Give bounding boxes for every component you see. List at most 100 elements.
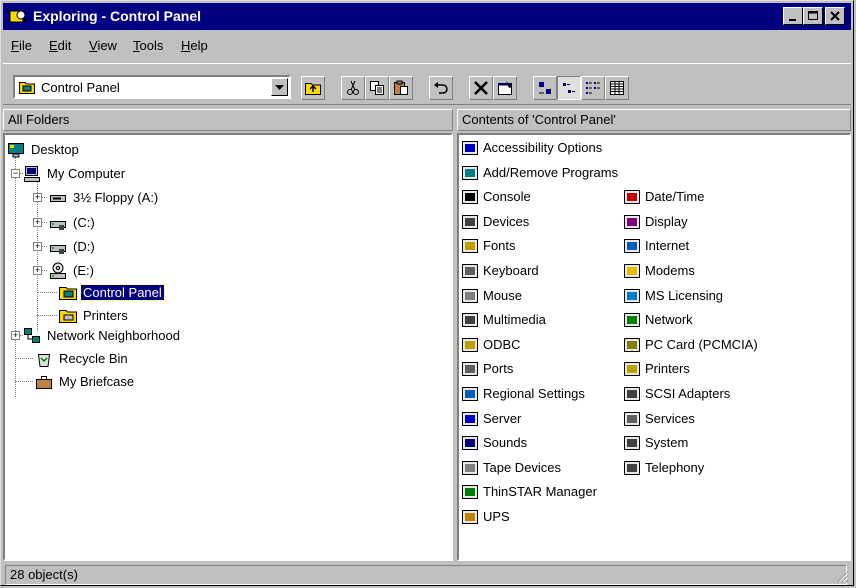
address-combo[interactable]: Control Panel: [13, 75, 291, 99]
ports-icon: [462, 362, 478, 377]
large-icons-view-icon: [539, 82, 551, 94]
minimize-icon: [789, 19, 796, 21]
display-icon: [624, 214, 640, 229]
sounds-icon: [462, 436, 478, 451]
control-panel-item-label: Internet: [645, 238, 690, 254]
explorer-window: Exploring - Control Panel File Edit View…: [0, 0, 854, 586]
toolbar: Control Panel: [3, 63, 851, 105]
folder-tree-pane[interactable]: − + + + + + Desktop My Computer 3½ Flopp…: [3, 133, 453, 561]
ms-licensing-icon: [624, 288, 640, 303]
control-panel-item-label: Console: [483, 189, 531, 205]
control-panel-item-label: Accessibility Options: [483, 140, 603, 155]
menu-help[interactable]: Help: [181, 38, 208, 53]
hard-drive-icon: [50, 221, 66, 230]
control-panel-item-label: UPS: [483, 509, 510, 524]
printers-folder-icon: [59, 310, 77, 323]
contents-header: Contents of 'Control Panel': [457, 109, 851, 131]
tree-line: [37, 315, 57, 316]
control-panel-item-label: Devices: [483, 213, 530, 229]
hard-drive-icon: [50, 245, 66, 254]
expand-network-toggle[interactable]: +: [11, 331, 20, 340]
control-panel-item-label: PC Card (PCMCIA): [645, 336, 758, 352]
delete-x-icon: [474, 81, 488, 95]
control-panel-item-label: Sounds: [483, 435, 528, 451]
console-icon: [462, 190, 478, 205]
contents-pane[interactable]: Accessibility Options Add/Remove Programs…: [457, 133, 851, 561]
paste-icon: [394, 80, 408, 95]
multimedia-icon: [462, 313, 478, 328]
copy-button[interactable]: [365, 76, 389, 100]
control-panel-item-label: Modems: [645, 263, 695, 278]
network-icon: [624, 313, 640, 328]
expand-floppy-toggle[interactable]: +: [33, 193, 42, 202]
status-text: 28 object(s): [5, 565, 847, 585]
view-small-icons-button[interactable]: [557, 76, 581, 100]
tree-line: [37, 181, 38, 331]
control-panel-folder-icon: [19, 82, 35, 94]
status-bar: 28 object(s): [3, 565, 851, 585]
desktop-icon: [8, 143, 24, 158]
up-folder-icon: [305, 83, 321, 95]
control-panel-item-label: Telephony: [645, 459, 705, 475]
control-panel-item-label: ThinSTAR Manager: [483, 484, 597, 500]
properties-button[interactable]: [493, 76, 517, 100]
view-list-button[interactable]: [581, 76, 605, 100]
cdrom-drive-icon: [50, 262, 66, 279]
cut-button[interactable]: [341, 76, 365, 100]
copy-icon: [370, 81, 384, 95]
network-icon: [24, 328, 40, 343]
telephony-icon: [624, 460, 640, 475]
tape-devices-icon: [462, 460, 478, 475]
briefcase-icon: [36, 376, 52, 389]
window-title: Exploring - Control Panel: [33, 8, 202, 24]
view-large-icons-button[interactable]: [533, 76, 557, 100]
title-bar[interactable]: Exploring - Control Panel: [3, 3, 851, 30]
menu-view[interactable]: View: [89, 38, 117, 53]
modems-icon: [624, 264, 640, 278]
menu-file[interactable]: File: [11, 38, 32, 53]
resize-grip-icon[interactable]: [835, 569, 849, 583]
ups-icon: [462, 510, 478, 524]
all-folders-header: All Folders: [3, 109, 453, 131]
control-panel-item-label: Network: [645, 312, 693, 328]
paste-button[interactable]: [389, 76, 413, 100]
control-panel-item-label: MS Licensing: [645, 287, 724, 303]
control-panel-folder-icon: [59, 287, 77, 300]
devices-icon: [462, 214, 478, 229]
expand-e-drive-toggle[interactable]: +: [33, 266, 42, 275]
maximize-button[interactable]: [803, 7, 823, 25]
undo-button[interactable]: [429, 76, 453, 100]
collapse-my-computer-toggle[interactable]: −: [11, 169, 20, 178]
date-time-icon: [624, 190, 640, 205]
tree-line: [15, 358, 33, 359]
control-panel-item-label: Services: [645, 410, 695, 426]
delete-button[interactable]: [469, 76, 493, 100]
up-one-level-button[interactable]: [301, 76, 325, 100]
explorer-icon: [9, 10, 27, 23]
expand-c-drive-toggle[interactable]: +: [33, 218, 42, 227]
internet-icon: [624, 239, 640, 254]
address-dropdown-button[interactable]: [271, 78, 288, 96]
chevron-down-icon: [275, 85, 284, 90]
computer-icon: [24, 166, 40, 182]
keyboard-icon: [462, 264, 478, 278]
add-remove-programs-icon: [462, 165, 478, 180]
services-icon: [624, 411, 640, 426]
expand-d-drive-toggle[interactable]: +: [33, 242, 42, 251]
server-icon: [462, 411, 478, 426]
properties-icon: [498, 81, 512, 95]
regional-settings-icon: [462, 387, 478, 401]
view-details-button[interactable]: [605, 76, 629, 100]
menu-tools[interactable]: Tools: [133, 38, 163, 53]
small-icons-view-icon: [563, 83, 575, 93]
tree-line: [15, 157, 16, 397]
menu-bar: File Edit View Tools Help: [3, 33, 851, 59]
menu-edit[interactable]: Edit: [49, 38, 71, 53]
close-button[interactable]: [825, 7, 845, 25]
control-panel-item-label: Server: [483, 410, 522, 426]
details-view-icon: [610, 81, 624, 95]
close-icon: [830, 11, 840, 21]
minimize-button[interactable]: [783, 7, 803, 25]
control-panel-item-label: Ports: [483, 361, 514, 377]
control-panel-item-label: System: [645, 435, 689, 451]
